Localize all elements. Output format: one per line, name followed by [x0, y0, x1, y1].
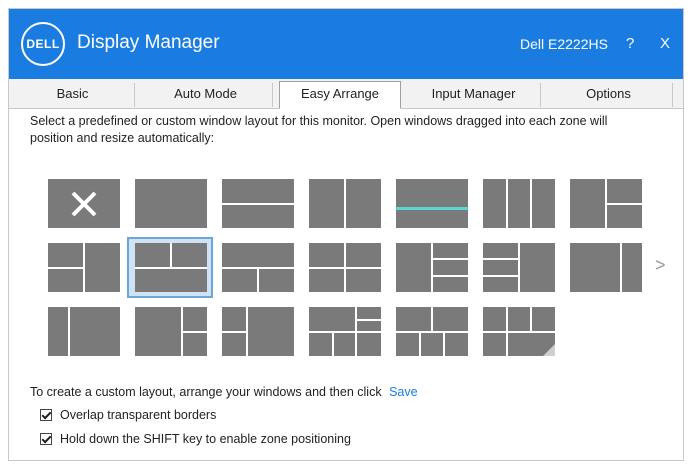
title-bar: DELL Display Manager Dell E2222HS ? X [9, 9, 683, 79]
shift-zone-label: Hold down the SHIFT key to enable zone p… [60, 432, 351, 446]
layout-full[interactable] [135, 179, 207, 228]
tab-easy-arrange[interactable]: Easy Arrange [279, 81, 401, 109]
layout-left-right-split[interactable] [570, 179, 642, 228]
layout-wide-left-split-right[interactable] [135, 307, 207, 356]
layout-wide-left-narrow-right[interactable] [570, 243, 642, 292]
app-title: Display Manager [77, 32, 220, 53]
shift-zone-option[interactable]: Hold down the SHIFT key to enable zone p… [40, 432, 351, 446]
shift-zone-checkbox[interactable] [40, 433, 52, 445]
save-link[interactable]: Save [389, 385, 418, 399]
overlap-borders-label: Overlap transparent borders [60, 408, 217, 422]
next-page-arrow[interactable]: > [655, 255, 666, 276]
clear-layout-icon [71, 191, 97, 216]
close-button[interactable]: X [660, 35, 670, 52]
resize-corner-icon [543, 344, 555, 356]
layout-two-rows-narrow[interactable] [396, 179, 468, 228]
layout-custom-grid[interactable] [483, 307, 555, 356]
layout-four-quadrants[interactable] [309, 243, 381, 292]
overlap-borders-option[interactable]: Overlap transparent borders [40, 408, 216, 422]
help-button[interactable]: ? [626, 35, 634, 52]
layout-three-left-right[interactable] [483, 243, 555, 292]
dell-logo: DELL [21, 22, 65, 66]
custom-layout-text: To create a custom layout, arrange your … [30, 385, 382, 399]
layout-two-columns[interactable] [309, 179, 381, 228]
layout-complex-grid-a[interactable] [309, 307, 381, 356]
layout-description: Select a predefined or custom window lay… [30, 114, 608, 145]
layout-two-rows[interactable] [222, 179, 294, 228]
tab-options[interactable]: Options [545, 83, 673, 107]
layout-three-columns[interactable] [483, 179, 555, 228]
layout-complex-grid-b[interactable] [396, 307, 468, 356]
overlap-borders-checkbox[interactable] [40, 409, 52, 421]
tab-basic[interactable]: Basic [11, 83, 135, 107]
layout-none[interactable] [48, 179, 120, 228]
tab-input-manager[interactable]: Input Manager [407, 83, 541, 107]
layout-top-bottom-split[interactable] [222, 243, 294, 292]
layout-top-split-bottom[interactable] [135, 243, 207, 292]
custom-layout-instruction: To create a custom layout, arrange your … [30, 385, 418, 399]
tab-auto-mode[interactable]: Auto Mode [139, 83, 273, 107]
layout-left-three-right[interactable] [396, 243, 468, 292]
monitor-name: Dell E2222HS [520, 36, 608, 52]
layout-left-split-right[interactable] [48, 243, 120, 292]
tab-bar: Basic Auto Mode Easy Arrange Input Manag… [9, 79, 683, 109]
layout-narrow-left-wide-right[interactable] [48, 307, 120, 356]
layout-split-left-wide-right[interactable] [222, 307, 294, 356]
